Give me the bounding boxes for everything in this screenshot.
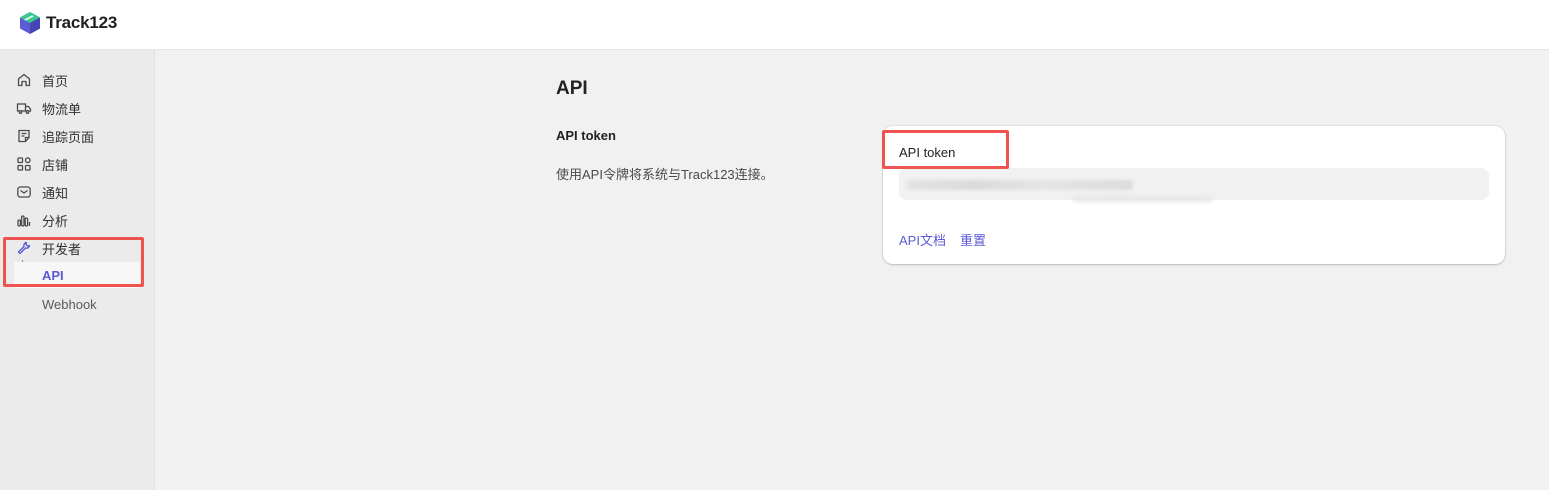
sidebar-subitem-label: Webhook: [42, 297, 97, 312]
sidebar-item-orders[interactable]: 物流单: [0, 94, 155, 122]
sidebar-item-label: 追踪页面: [42, 129, 95, 145]
sidebar-item-label: 物流单: [42, 101, 82, 117]
sidebar-item-stores[interactable]: 店铺: [0, 150, 155, 178]
token-value-redacted: [907, 180, 1133, 190]
token-value-redacted-extra: [1073, 196, 1213, 202]
api-token-card: API token API文档 重置: [883, 126, 1505, 264]
cube-logo-icon: [20, 12, 40, 34]
sidebar: 首页 物流单 追踪页面 店铺 通知 分析 开发者 API Webhook: [0, 50, 155, 490]
sidebar-item-notifications[interactable]: 通知: [0, 178, 155, 206]
brand-name: Track123: [46, 13, 118, 32]
sidebar-item-label: 店铺: [42, 157, 69, 173]
sidebar-item-developer[interactable]: 开发者: [0, 234, 155, 262]
token-field-label: API token: [899, 145, 956, 160]
document-icon: [18, 129, 30, 143]
sidebar-subitem-webhook[interactable]: Webhook: [0, 291, 155, 317]
sidebar-item-label: 首页: [42, 73, 69, 89]
sidebar-item-home[interactable]: 首页: [0, 66, 155, 94]
reset-token-link[interactable]: 重置: [960, 230, 986, 249]
sidebar-item-tracking-page[interactable]: 追踪页面: [0, 122, 155, 150]
chart-icon: [17, 215, 31, 227]
section-description: 使用API令牌将系统与Track123连接。: [556, 167, 774, 182]
section-title: API token: [556, 128, 616, 143]
sidebar-item-label: 通知: [42, 185, 69, 201]
sidebar-subitem-label: API: [42, 268, 64, 283]
wrench-icon: [17, 241, 31, 255]
top-bar: Track123: [0, 0, 1549, 50]
brand-logo[interactable]: Track123: [17, 9, 117, 37]
sidebar-item-label: 开发者: [42, 241, 82, 257]
truck-icon: [16, 103, 32, 114]
sidebar-item-analytics[interactable]: 分析: [0, 206, 155, 234]
sidebar-subitem-api[interactable]: API: [14, 262, 140, 288]
page-title: API: [556, 78, 588, 99]
api-docs-link[interactable]: API文档: [899, 230, 946, 249]
sidebar-item-label: 分析: [42, 213, 69, 229]
apps-icon: [17, 157, 31, 171]
mail-icon: [17, 186, 31, 198]
home-icon: [17, 73, 31, 87]
